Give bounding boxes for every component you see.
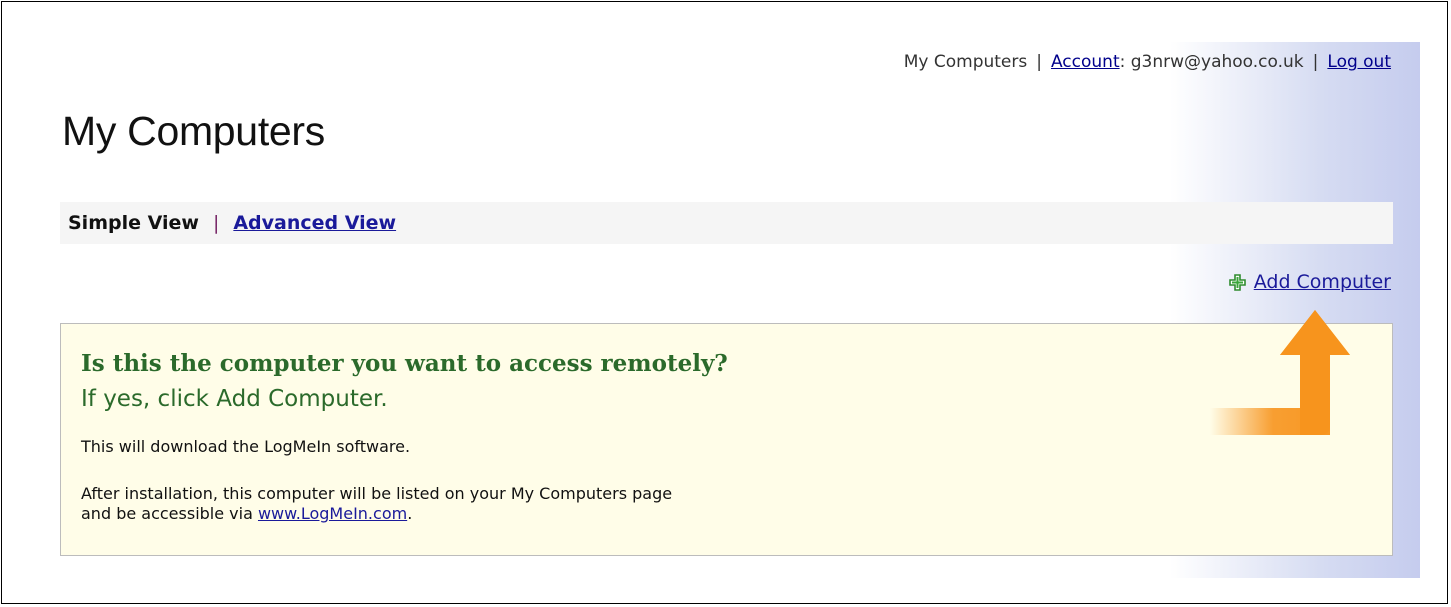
logmein-site-link[interactable]: www.LogMeIn.com xyxy=(258,504,407,523)
nav-separator: | xyxy=(1036,52,1042,72)
panel-question: Is this the computer you want to access … xyxy=(81,350,728,377)
view-separator: | xyxy=(212,212,220,234)
install-line-1: After installation, this computer will b… xyxy=(81,484,673,503)
add-computer-panel: Is this the computer you want to access … xyxy=(60,323,1393,556)
add-computer-action[interactable]: Add Computer xyxy=(1228,271,1391,293)
panel-instruction: If yes, click Add Computer. xyxy=(81,386,388,412)
advanced-view-link[interactable]: Advanced View xyxy=(233,212,396,234)
top-nav: My Computers | Account: g3nrw@yahoo.co.uk |… xyxy=(904,52,1391,72)
arrow-up-icon xyxy=(1210,310,1350,435)
simple-view-label: Simple View xyxy=(68,212,199,234)
download-note: This will download the LogMeIn software. xyxy=(81,437,411,456)
account-link[interactable]: Account xyxy=(1051,52,1120,72)
page-title: My Computers xyxy=(62,108,325,154)
install-line-2-prefix: and be accessible via xyxy=(81,504,258,523)
install-note: After installation, this computer will b… xyxy=(81,484,672,524)
install-line-2-suffix: . xyxy=(407,504,413,523)
add-computer-link[interactable]: Add Computer xyxy=(1254,271,1391,293)
logout-link[interactable]: Log out xyxy=(1327,52,1391,72)
nav-separator: | xyxy=(1312,52,1319,72)
account-email: : g3nrw@yahoo.co.uk xyxy=(1119,52,1304,72)
plus-icon[interactable] xyxy=(1228,273,1246,291)
view-switcher: Simple View | Advanced View xyxy=(60,202,1393,244)
nav-my-computers: My Computers xyxy=(903,52,1028,72)
